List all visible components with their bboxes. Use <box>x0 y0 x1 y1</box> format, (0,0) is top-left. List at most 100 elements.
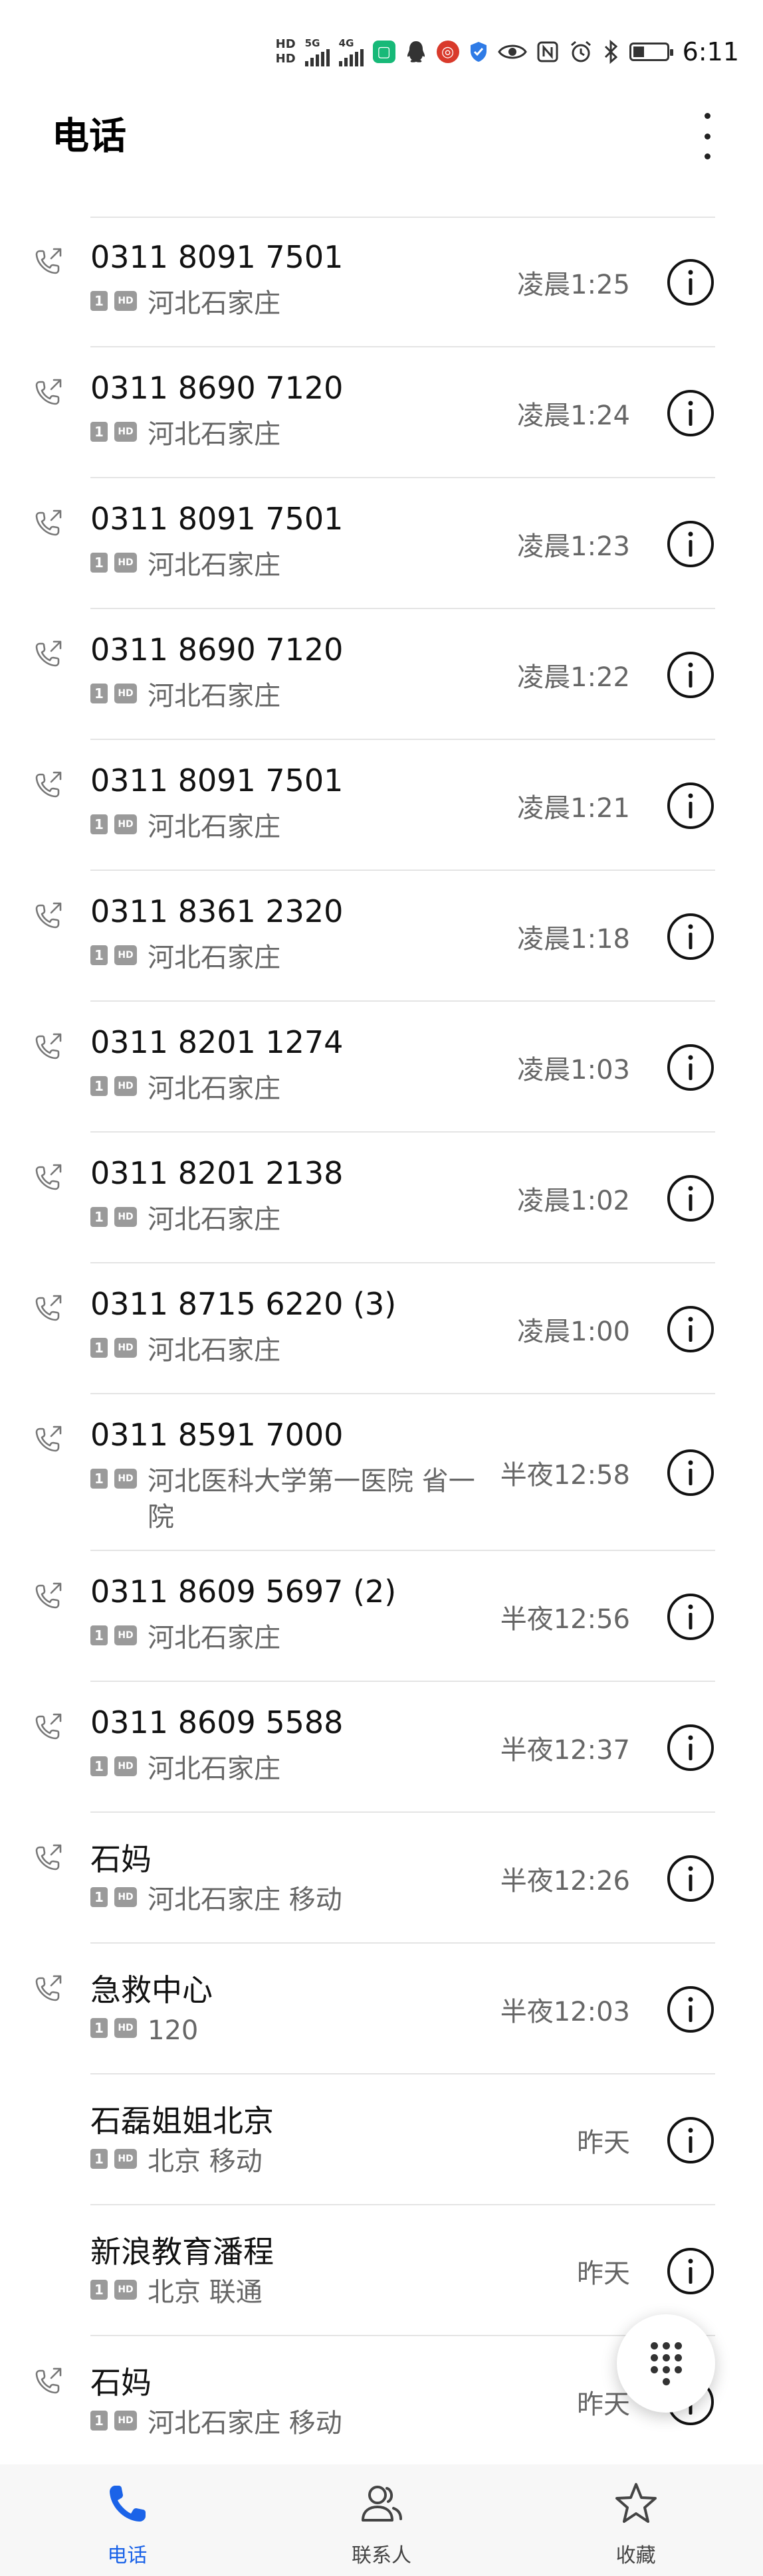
call-location: 120 <box>148 2015 199 2046</box>
info-icon[interactable] <box>666 519 715 569</box>
call-details: 1 HD 北京 联通 <box>90 2274 476 2310</box>
sim-card-badge: 1 <box>90 422 108 442</box>
call-details: 1 HD 河北石家庄 移动 <box>90 2405 476 2441</box>
sim-card-badge: 1 <box>90 814 108 834</box>
info-icon[interactable] <box>666 1043 715 1092</box>
call-details: 1 HD 河北石家庄 <box>90 809 476 845</box>
info-icon[interactable] <box>666 1305 715 1354</box>
call-log-row[interactable]: 0311 8609 5588 1 HD 河北石家庄 半夜12:37 <box>0 1682 763 1813</box>
nav-tab-favorites[interactable]: 收藏 <box>508 2464 763 2576</box>
info-icon[interactable] <box>666 1174 715 1223</box>
hd-call-badge: HD <box>114 291 137 311</box>
call-time: 半夜12:26 <box>500 1865 630 1896</box>
outgoing-call-icon <box>35 379 62 405</box>
contact-name: 0311 8091 7501 <box>90 239 344 275</box>
outgoing-call-icon <box>35 1844 62 1871</box>
info-icon[interactable] <box>666 912 715 961</box>
call-log-row[interactable]: 0311 8591 7000 1 HD 河北医科大学第一医院 省一院 半夜12:58 <box>0 1394 763 1551</box>
info-icon[interactable] <box>666 258 715 307</box>
call-log-row[interactable]: 0311 8091 7501 1 HD 河北石家庄 凌晨1:21 <box>0 740 763 871</box>
hd-call-badge: HD <box>114 2018 137 2038</box>
contacts-icon <box>362 2486 402 2522</box>
nav-label: 联系人 <box>352 2544 411 2567</box>
app-notification-icon: ▢ <box>372 41 395 63</box>
outgoing-call-icon <box>35 1426 62 1452</box>
contact-name: 0311 8361 2320 <box>90 893 344 929</box>
call-location: 河北石家庄 <box>148 943 280 973</box>
call-location: 河北石家庄 移动 <box>148 1885 342 1915</box>
call-location: 河北石家庄 <box>148 1204 280 1235</box>
info-icon[interactable] <box>666 1448 715 1497</box>
sim-card-badge: 1 <box>90 2411 108 2431</box>
call-time: 凌晨1:03 <box>517 1054 630 1085</box>
nav-tab-phone[interactable]: 电话 <box>0 2464 255 2576</box>
call-time: 半夜12:56 <box>500 1604 630 1635</box>
network-type-label: 5G <box>304 37 320 49</box>
bluetooth-icon <box>604 39 617 64</box>
call-log-row[interactable]: 0311 8091 7501 1 HD 河北石家庄 凌晨1:23 <box>0 478 763 609</box>
info-icon[interactable] <box>666 389 715 438</box>
call-details: 1 HD 河北石家庄 <box>90 1202 476 1238</box>
call-location: 河北石家庄 <box>148 1073 280 1104</box>
call-log-list[interactable]: 0311 8091 7501 1 HD 河北石家庄 凌晨1:25 0311 8690 71… <box>0 217 763 2467</box>
info-icon[interactable] <box>666 650 715 699</box>
signal-group-1: 5G <box>304 37 330 66</box>
outgoing-call-icon <box>35 771 62 798</box>
call-log-row[interactable]: 0311 8690 7120 1 HD 河北石家庄 凌晨1:24 <box>0 347 763 478</box>
info-icon[interactable] <box>666 2247 715 2296</box>
info-icon[interactable] <box>666 781 715 830</box>
call-log-row[interactable]: 0311 8201 1274 1 HD 河北石家庄 凌晨1:03 <box>0 1002 763 1133</box>
call-location: 河北石家庄 移动 <box>148 2408 342 2438</box>
call-location: 北京 联通 <box>148 2277 263 2308</box>
call-log-row[interactable]: 0311 8715 6220 (3) 1 HD 河北石家庄 凌晨1:00 <box>0 1263 763 1394</box>
contact-name: 0311 8690 7120 <box>90 370 344 406</box>
page-title: 电话 <box>52 115 126 158</box>
call-log-row[interactable]: 0311 8201 2138 1 HD 河北石家庄 凌晨1:02 <box>0 1133 763 1263</box>
call-log-row[interactable]: 0311 8091 7501 1 HD 河北石家庄 凌晨1:25 <box>0 217 763 347</box>
signal-icon <box>338 49 364 66</box>
call-location: 河北石家庄 <box>148 812 280 842</box>
more-vertical-icon[interactable] <box>699 113 715 159</box>
nav-tab-contacts[interactable]: 联系人 <box>255 2464 509 2576</box>
contact-name: 0311 8690 7120 <box>90 632 344 668</box>
dialpad-button[interactable] <box>617 2314 715 2413</box>
hd-call-badge: HD <box>114 1207 137 1227</box>
contact-name: 0311 8591 7000 <box>90 1417 344 1453</box>
hd-call-badge: HD <box>114 814 137 834</box>
info-icon[interactable] <box>666 2116 715 2165</box>
info-icon[interactable] <box>666 1723 715 1772</box>
call-details: 1 HD 河北石家庄 <box>90 1333 476 1368</box>
call-log-row[interactable]: 0311 8609 5697 (2) 1 HD 河北石家庄 半夜12:56 <box>0 1551 763 1682</box>
hd-indicator: HD <box>275 52 296 66</box>
contact-name: 0311 8609 5697 (2) <box>90 1574 397 1610</box>
call-log-row[interactable]: 石妈 1 HD 河北石家庄 移动 半夜12:26 <box>0 1813 763 1944</box>
status-bar: HD HD 5G 4G ▢ ◎ 6:11 <box>0 0 763 86</box>
outgoing-call-icon <box>35 1164 62 1190</box>
hd-call-badge: HD <box>114 2411 137 2431</box>
hd-call-badge: HD <box>114 2280 137 2300</box>
call-log-row[interactable]: 急救中心 1 HD 120 半夜12:03 <box>0 1944 763 2074</box>
outgoing-call-icon <box>35 1033 62 1059</box>
call-location: 河北石家庄 <box>148 550 280 581</box>
outgoing-call-icon <box>35 1582 62 1609</box>
call-location: 河北石家庄 <box>148 288 280 319</box>
contact-name: 0311 8715 6220 (3) <box>90 1286 397 1322</box>
hd-indicator: HD <box>275 37 296 51</box>
call-details: 1 HD 河北石家庄 移动 <box>90 1882 476 1918</box>
call-time: 凌晨1:22 <box>517 662 630 693</box>
call-details: 1 HD 河北石家庄 <box>90 678 476 714</box>
contact-name: 0311 8091 7501 <box>90 763 344 798</box>
info-icon[interactable] <box>666 1592 715 1641</box>
status-icons: HD HD 5G 4G ▢ ◎ 6:11 <box>276 32 739 72</box>
contact-name: 急救中心 <box>90 1972 213 2008</box>
alarm-icon <box>570 41 591 62</box>
info-icon[interactable] <box>666 1985 715 2034</box>
info-icon[interactable] <box>666 1854 715 1903</box>
call-log-row[interactable]: 0311 8361 2320 1 HD 河北石家庄 凌晨1:18 <box>0 871 763 1002</box>
call-time: 凌晨1:25 <box>517 269 630 300</box>
contact-name: 新浪教育潘程 <box>90 2234 274 2270</box>
call-log-row[interactable]: 石磊姐姐北京 1 HD 北京 移动 昨天 <box>0 2074 763 2205</box>
sim-card-badge: 1 <box>90 1469 108 1489</box>
call-log-row[interactable]: 0311 8690 7120 1 HD 河北石家庄 凌晨1:22 <box>0 609 763 740</box>
call-location: 河北石家庄 <box>148 1623 280 1653</box>
